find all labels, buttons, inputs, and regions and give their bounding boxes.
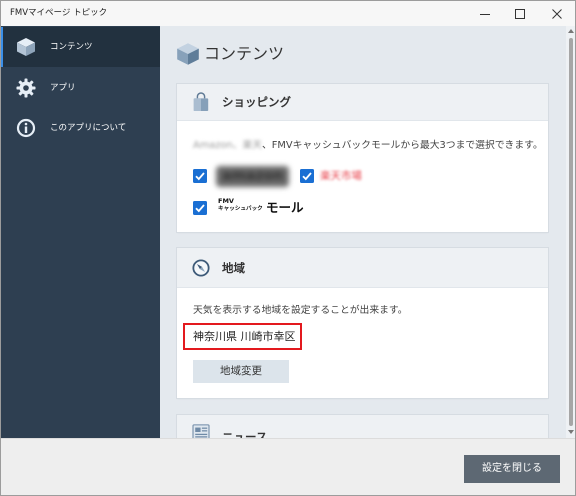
scroll-up-icon[interactable] [568, 29, 574, 33]
sidebar-item-about[interactable]: このアプリについて [0, 108, 160, 148]
news-title: ニュース [222, 430, 268, 438]
close-icon [552, 4, 562, 23]
gear-icon [16, 78, 36, 98]
cube-icon [16, 37, 36, 57]
fmv-logo-brand: FMV [218, 197, 234, 205]
sidebar-item-label: アプリ [50, 83, 76, 93]
window-title: FMVマイページ トピック [10, 8, 108, 18]
compass-icon [192, 259, 212, 279]
shopping-card: ショッピング Amazon、楽天、FMVキャッシュバックモールから最大3つまで選… [177, 84, 548, 232]
content-area[interactable]: コンテンツ ショッピング Amazon、楽天、FMVキャッシュバックモールから最… [160, 26, 566, 438]
maximize-button[interactable] [503, 0, 537, 26]
fmv-cashback-checkbox[interactable] [193, 201, 207, 215]
news-icon [192, 424, 212, 438]
scrollbar-thumb[interactable] [569, 38, 573, 426]
info-icon [16, 118, 36, 138]
minimize-icon [480, 4, 490, 23]
amazon-logo-blurred: amazon [216, 166, 290, 187]
blurred-text: Amazon、楽天 [193, 140, 262, 151]
news-card-header: ニュース [177, 415, 548, 438]
close-settings-button[interactable]: 設定を閉じる [464, 455, 560, 483]
region-value: 神奈川県 川崎市幸区 [193, 330, 296, 343]
shopping-bag-icon [192, 92, 212, 112]
news-card: ニュース [177, 415, 548, 438]
sidebar: コンテンツ アプリ このアプリについて [0, 26, 160, 438]
region-description: 天気を表示する地域を設定することが出来ます。 [193, 305, 408, 316]
change-region-button[interactable]: 地域変更 [193, 360, 289, 383]
shopping-description: Amazon、楽天、FMVキャッシュバックモールから最大3つまで選択できます。 [193, 139, 543, 152]
region-card: 地域 天気を表示する地域を設定することが出来ます。 神奈川県 川崎市幸区 地域変… [177, 248, 548, 398]
fmv-logo-main: モール [266, 200, 304, 215]
close-button[interactable] [540, 0, 574, 26]
footer-bar: 設定を閉じる [0, 438, 576, 496]
shopping-card-header: ショッピング [177, 84, 548, 121]
sidebar-item-apps[interactable]: アプリ [0, 68, 160, 108]
sidebar-item-label: このアプリについて [50, 123, 127, 133]
vertical-scrollbar[interactable] [566, 26, 576, 438]
scroll-down-icon[interactable] [568, 430, 574, 434]
rakuten-logo-blurred: 楽天市場 [320, 170, 362, 182]
fmv-logo-sub: キャッシュバック [218, 206, 263, 212]
shopping-title: ショッピング [222, 95, 291, 109]
cube-icon [176, 42, 200, 66]
description-text: 、FMVキャッシュバックモールから最大3つまで選択できます。 [262, 140, 543, 151]
page-title: コンテンツ [204, 44, 285, 63]
rakuten-checkbox[interactable] [300, 169, 314, 183]
sidebar-item-contents[interactable]: コンテンツ [0, 27, 160, 67]
sidebar-item-label: コンテンツ [50, 42, 93, 52]
title-bar: FMVマイページ トピック [0, 0, 576, 26]
region-card-header: 地域 [177, 248, 548, 288]
maximize-icon [515, 4, 525, 23]
amazon-checkbox[interactable] [193, 169, 207, 183]
region-title: 地域 [222, 261, 245, 275]
minimize-button[interactable] [468, 0, 502, 26]
